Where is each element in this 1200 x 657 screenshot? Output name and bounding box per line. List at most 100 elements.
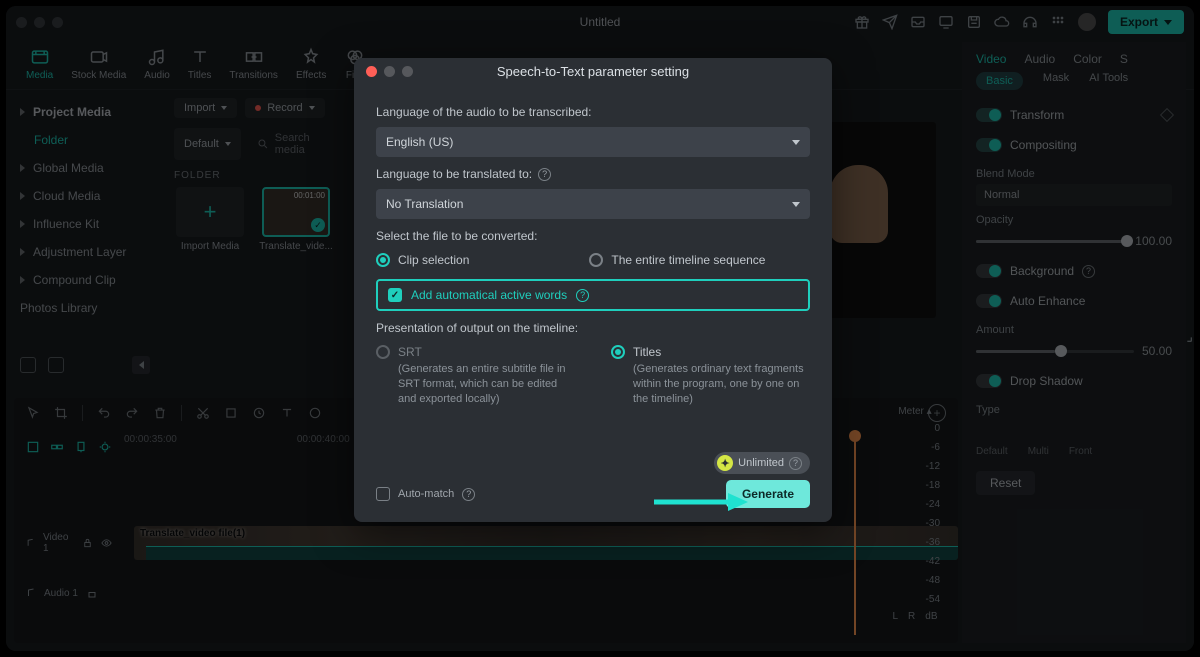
media-clip-tile[interactable]: 00:01:00 ✓ Translate_vide... bbox=[260, 187, 332, 252]
auto-active-words-checkbox[interactable]: ✓ Add automatical active words ? bbox=[376, 279, 810, 311]
crop-icon[interactable] bbox=[224, 406, 238, 420]
auto-enhance-toggle[interactable] bbox=[976, 294, 1002, 308]
dialog-minimize-icon[interactable] bbox=[384, 66, 395, 77]
cloud-icon[interactable] bbox=[994, 14, 1010, 30]
sidebar-item-project-media[interactable]: Project Media bbox=[6, 98, 164, 126]
radio-entire-timeline[interactable]: The entire timeline sequence bbox=[589, 253, 765, 267]
inspector-subtab-basic[interactable]: Basic bbox=[976, 72, 1023, 90]
chevron-down-icon bbox=[1164, 20, 1172, 25]
search-icon bbox=[257, 138, 269, 150]
minimize-window-icon[interactable] bbox=[34, 17, 45, 28]
close-window-icon[interactable] bbox=[16, 17, 27, 28]
tab-media[interactable]: Media bbox=[26, 46, 53, 81]
crop-tool-icon[interactable] bbox=[54, 406, 68, 420]
sidebar-item-adjustment-layer[interactable]: Adjustment Layer bbox=[6, 238, 164, 266]
presentation-label: Presentation of output on the timeline: bbox=[376, 321, 810, 335]
lock-icon[interactable] bbox=[86, 587, 98, 599]
help-icon[interactable]: ? bbox=[538, 168, 551, 181]
sidebar-item-photos-library[interactable]: Photos Library bbox=[6, 294, 164, 322]
cut-icon[interactable] bbox=[196, 406, 210, 420]
video-clip[interactable]: Translate_video file(1) bbox=[134, 526, 958, 560]
inspector-subtab-mask[interactable]: Mask bbox=[1043, 72, 1069, 90]
compositing-toggle[interactable] bbox=[976, 138, 1002, 152]
import-media-tile[interactable]: + Import Media bbox=[174, 187, 246, 252]
undo-icon[interactable] bbox=[97, 406, 111, 420]
opacity-slider[interactable]: 100.00 bbox=[976, 234, 1172, 248]
user-avatar[interactable] bbox=[1078, 13, 1096, 31]
folder-icon[interactable] bbox=[48, 357, 64, 373]
drop-shadow-row[interactable]: Drop Shadow bbox=[976, 366, 1172, 396]
send-icon[interactable] bbox=[882, 14, 898, 30]
radio-titles[interactable]: Titles bbox=[611, 345, 810, 359]
color-icon[interactable] bbox=[308, 406, 322, 420]
tab-audio[interactable]: Audio bbox=[144, 46, 170, 81]
blend-mode-select[interactable]: Normal bbox=[976, 184, 1172, 206]
background-toggle[interactable] bbox=[976, 264, 1002, 278]
inspector-subtab-ai[interactable]: AI Tools bbox=[1089, 72, 1128, 90]
new-folder-icon[interactable] bbox=[20, 357, 36, 373]
import-dropdown[interactable]: Import bbox=[174, 98, 237, 118]
pointer-tool-icon[interactable] bbox=[26, 406, 40, 420]
lock-icon[interactable] bbox=[82, 537, 93, 549]
inspector-tab-color[interactable]: Color bbox=[1073, 52, 1102, 66]
sidebar-item-cloud-media[interactable]: Cloud Media bbox=[6, 182, 164, 210]
delete-icon[interactable] bbox=[153, 406, 167, 420]
inspector-tab-more[interactable]: S bbox=[1120, 52, 1128, 66]
auto-enhance-row[interactable]: Auto Enhance bbox=[976, 286, 1172, 316]
transform-toggle[interactable] bbox=[976, 108, 1002, 122]
unlimited-badge[interactable]: ✦ Unlimited ? bbox=[714, 452, 810, 474]
language-select[interactable]: English (US) bbox=[376, 127, 810, 157]
timeline-link-icon[interactable] bbox=[50, 440, 64, 454]
timeline-bug-icon[interactable] bbox=[98, 440, 112, 454]
help-icon[interactable]: ? bbox=[1082, 265, 1095, 278]
language-label: Language of the audio to be transcribed: bbox=[376, 105, 810, 119]
translate-select[interactable]: No Translation bbox=[376, 189, 810, 219]
folder-heading: FOLDER bbox=[174, 170, 350, 181]
amount-slider[interactable]: 50.00 bbox=[976, 344, 1172, 358]
timeline-square-icon[interactable] bbox=[26, 440, 40, 454]
text-icon[interactable] bbox=[280, 406, 294, 420]
save-icon[interactable] bbox=[966, 14, 982, 30]
inspector-tab-audio[interactable]: Audio bbox=[1024, 52, 1055, 66]
collapse-sidebar-icon[interactable] bbox=[132, 356, 150, 374]
inbox-icon[interactable] bbox=[910, 14, 926, 30]
timeline-marker-icon[interactable] bbox=[74, 440, 88, 454]
transform-row[interactable]: Transform bbox=[976, 100, 1172, 130]
speed-icon[interactable] bbox=[252, 406, 266, 420]
help-icon[interactable]: ? bbox=[462, 488, 475, 501]
radio-clip-selection[interactable]: Clip selection bbox=[376, 253, 469, 267]
reset-button[interactable]: Reset bbox=[976, 471, 1035, 495]
audio-track: Audio 1 bbox=[14, 576, 958, 610]
redo-icon[interactable] bbox=[125, 406, 139, 420]
gift-icon[interactable] bbox=[854, 14, 870, 30]
dialog-zoom-icon[interactable] bbox=[402, 66, 413, 77]
playhead[interactable] bbox=[854, 436, 856, 635]
drop-shadow-toggle[interactable] bbox=[976, 374, 1002, 388]
sidebar-item-compound-clip[interactable]: Compound Clip bbox=[6, 266, 164, 294]
screen-icon[interactable] bbox=[938, 14, 954, 30]
record-dropdown[interactable]: Record bbox=[245, 98, 324, 118]
zoom-window-icon[interactable] bbox=[52, 17, 63, 28]
radio-srt[interactable]: SRT bbox=[376, 345, 575, 359]
sidebar-item-influence-kit[interactable]: Influence Kit bbox=[6, 210, 164, 238]
tab-effects[interactable]: Effects bbox=[296, 46, 326, 81]
inspector-tab-video[interactable]: Video bbox=[976, 52, 1006, 66]
tab-stock-media[interactable]: Stock Media bbox=[71, 46, 126, 81]
headphones-icon[interactable] bbox=[1022, 14, 1038, 30]
auto-match-checkbox[interactable]: ✓ Auto-match ? bbox=[376, 487, 475, 501]
background-row[interactable]: Background? bbox=[976, 256, 1172, 286]
tab-titles[interactable]: Titles bbox=[188, 46, 212, 81]
help-icon[interactable]: ? bbox=[576, 289, 589, 302]
sidebar-item-global-media[interactable]: Global Media bbox=[6, 154, 164, 182]
keyframe-icon[interactable] bbox=[1160, 108, 1174, 122]
sort-dropdown[interactable]: Default bbox=[174, 128, 241, 160]
export-button[interactable]: Export bbox=[1108, 10, 1184, 34]
dialog-close-icon[interactable] bbox=[366, 66, 377, 77]
grid-icon[interactable] bbox=[1050, 14, 1066, 30]
checkbox-icon: ✓ bbox=[376, 487, 390, 501]
search-media-input[interactable]: Search media bbox=[249, 128, 350, 160]
compositing-row[interactable]: Compositing bbox=[976, 130, 1172, 160]
eye-icon[interactable] bbox=[101, 537, 112, 549]
tab-transitions[interactable]: Transitions bbox=[229, 46, 278, 81]
sidebar-item-folder[interactable]: Folder bbox=[6, 126, 164, 154]
